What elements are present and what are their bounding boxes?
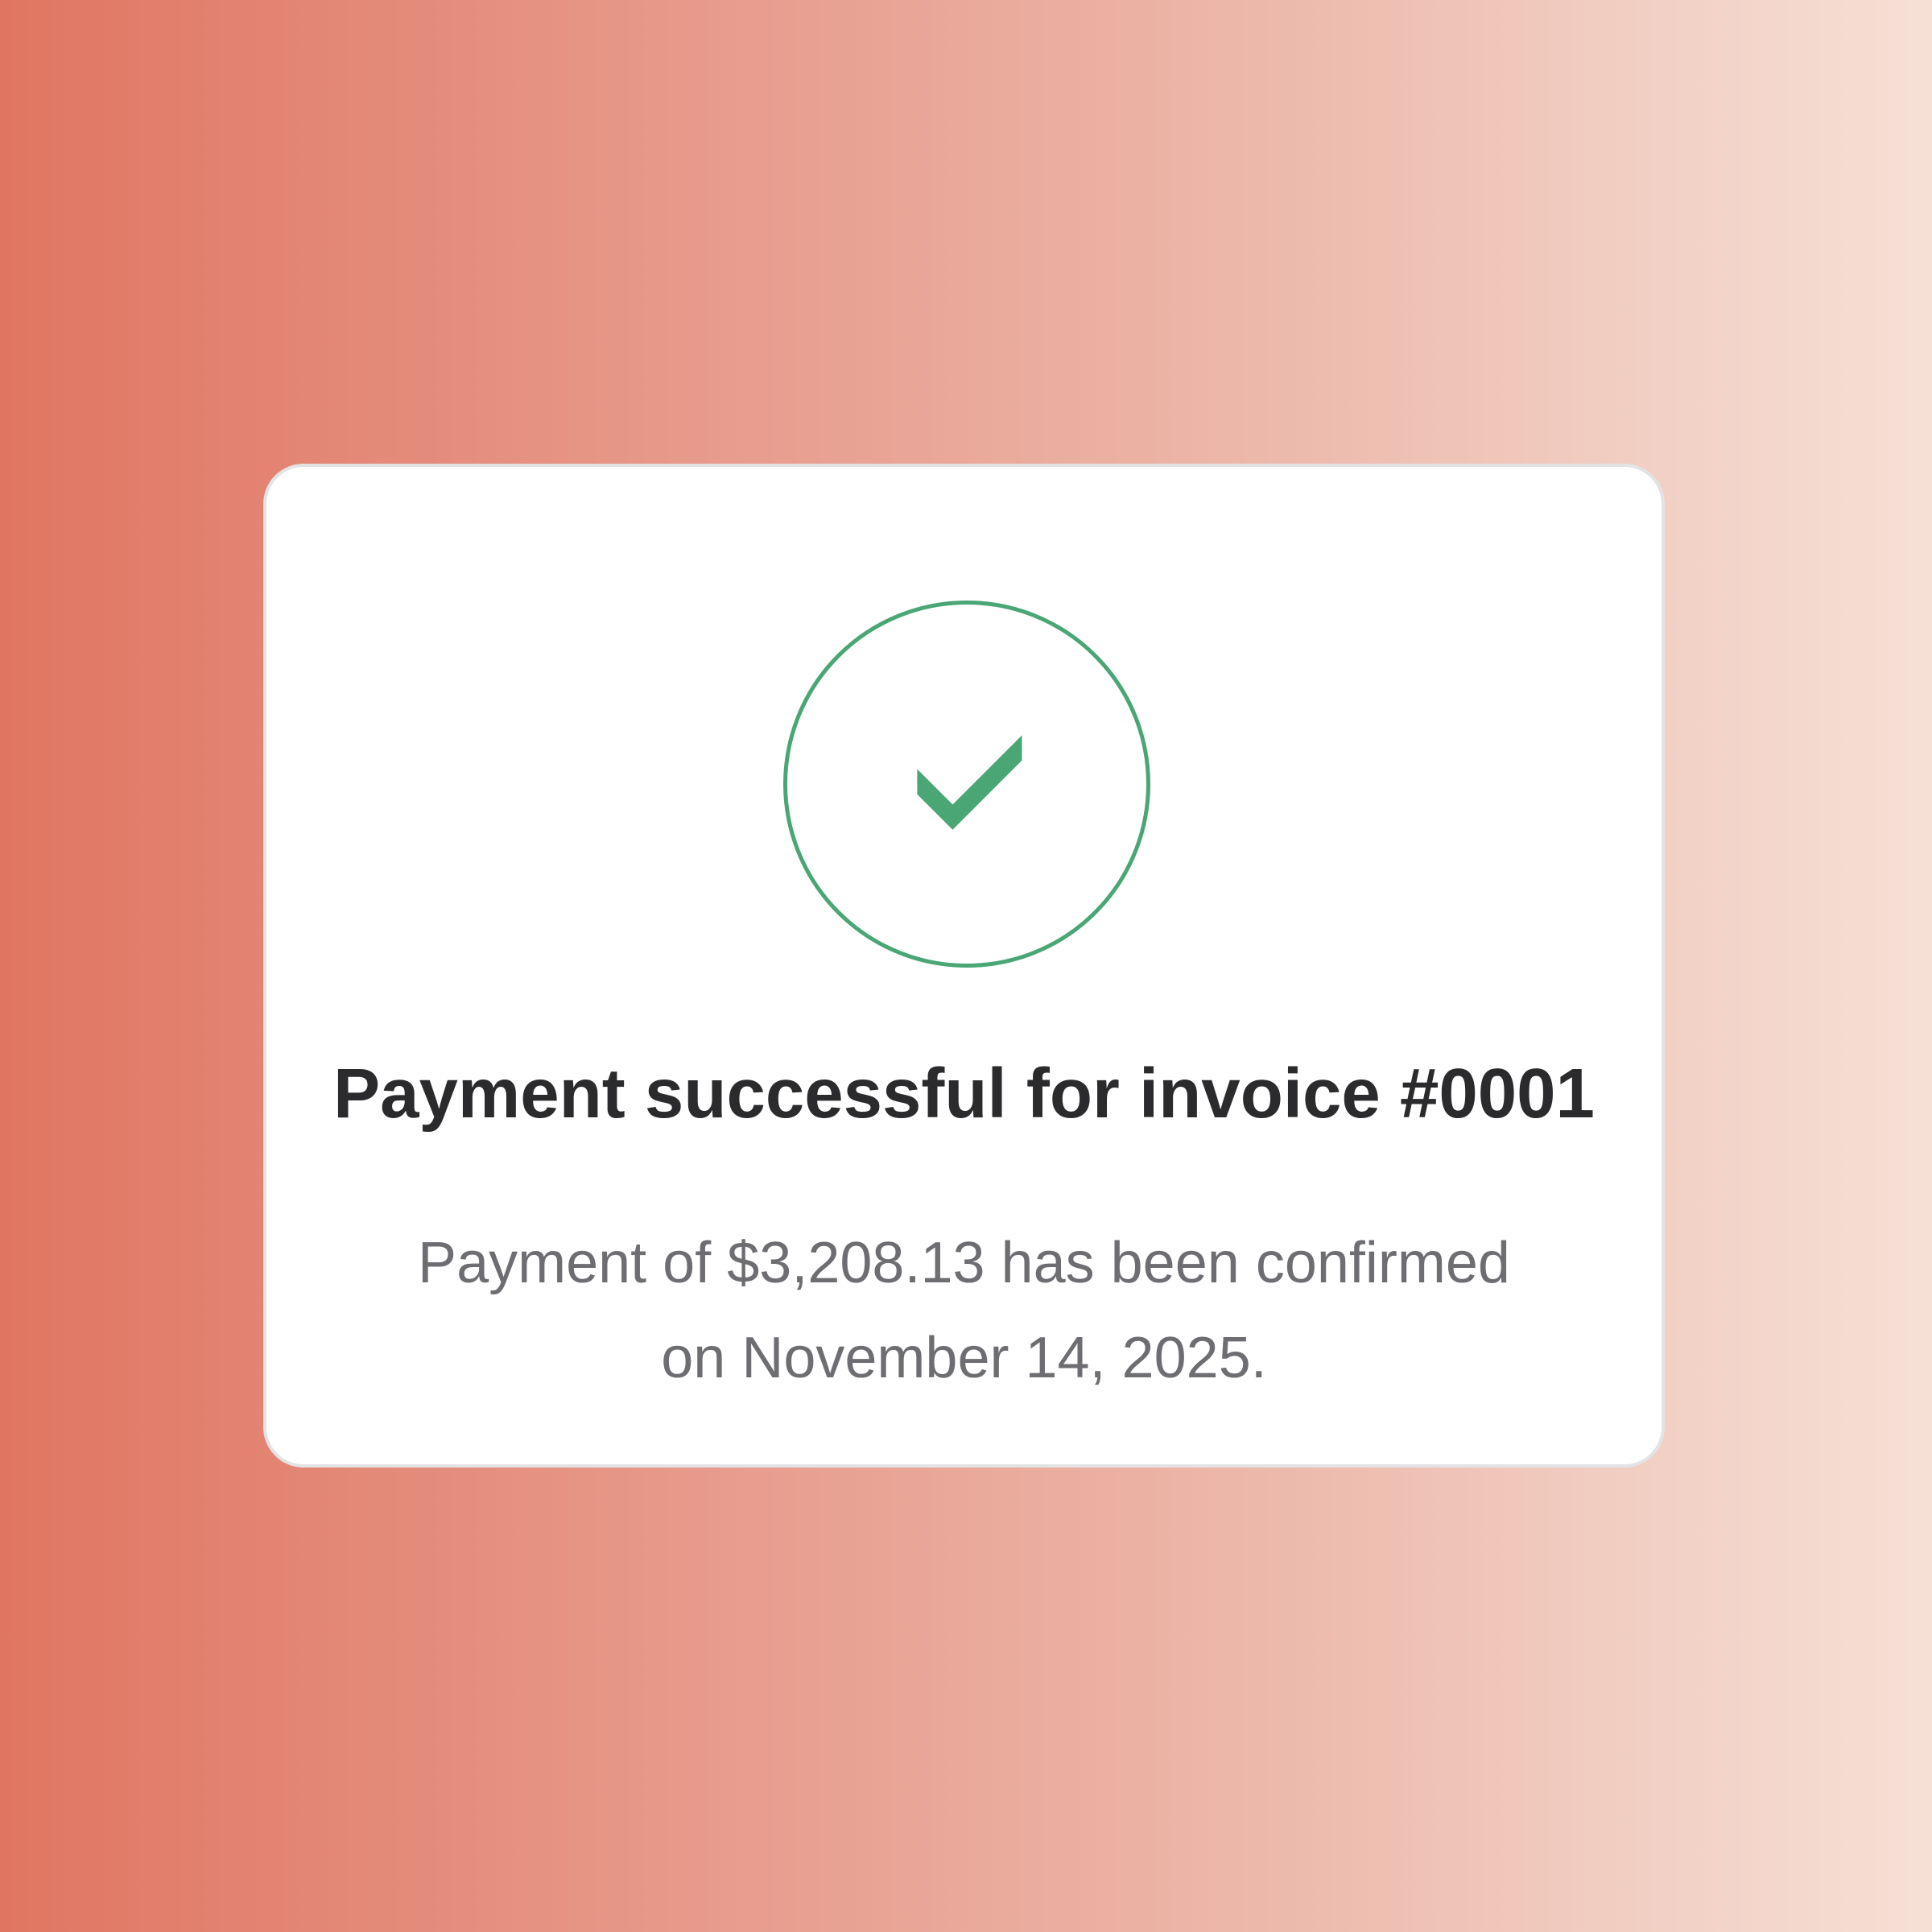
confirmation-message-line-2: on November 14, 2025. (661, 1326, 1267, 1390)
payment-success-card: Payment successful for invoice #0001 Pay… (263, 464, 1665, 1468)
confirmation-message-line-1: Payment of $3,208.13 has been confirmed (418, 1231, 1510, 1295)
confirmation-message: Payment of $3,208.13 has been confirmed … (266, 1216, 1662, 1406)
success-title: Payment successful for invoice #0001 (333, 1055, 1595, 1133)
checkmark-icon (917, 735, 1022, 830)
check-circle-icon (783, 601, 1150, 968)
